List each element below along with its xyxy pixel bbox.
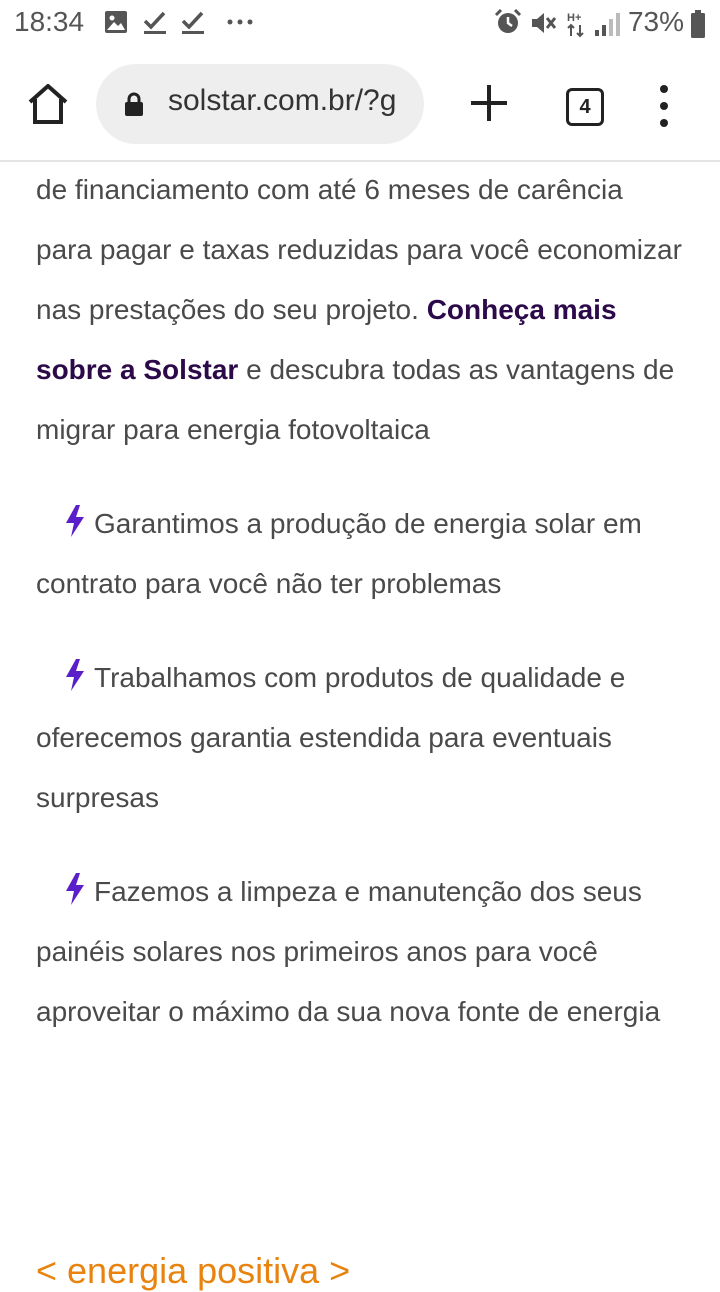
intro-paragraph: de financiamento com até 6 meses de carê…	[36, 160, 686, 460]
check-download-icon	[181, 11, 204, 34]
tab-switcher-button[interactable]: 4	[566, 88, 604, 126]
benefit-item: Trabalhamos com produtos de qualidade e …	[36, 648, 686, 828]
benefit-item: Fazemos a limpeza e manutenção dos seus …	[36, 862, 686, 1042]
address-bar[interactable]: solstar.com.br/?g	[96, 64, 424, 144]
svg-text:H+: H+	[567, 12, 581, 24]
lightning-bolt-icon	[66, 659, 84, 691]
new-tab-icon[interactable]	[468, 82, 510, 124]
benefit-text: Garantimos a produção de energia solar e…	[36, 508, 642, 599]
status-bar: 18:34 H+ 73%	[0, 0, 720, 48]
battery-percent: 73%	[627, 6, 684, 37]
alarm-icon	[494, 8, 522, 33]
signal-icon	[595, 13, 620, 36]
mute-icon	[532, 13, 557, 33]
image-icon	[105, 11, 127, 33]
benefit-item: Garantimos a produção de energia solar e…	[36, 494, 686, 614]
overflow-menu-icon[interactable]	[656, 84, 672, 128]
lock-icon	[125, 92, 143, 116]
more-dots-icon	[227, 19, 253, 25]
url-text[interactable]: solstar.com.br/?g	[168, 84, 396, 118]
lightning-bolt-icon	[66, 505, 84, 537]
home-icon[interactable]	[26, 82, 70, 126]
benefit-text: Trabalhamos com produtos de qualidade e …	[36, 662, 626, 813]
article-content: de financiamento com até 6 meses de carê…	[36, 160, 686, 1042]
energia-positiva-link[interactable]: < energia positiva >	[36, 1250, 350, 1292]
benefit-text: Fazemos a limpeza e manutenção dos seus …	[36, 876, 661, 1027]
check-download-icon	[143, 11, 166, 34]
lightning-bolt-icon	[66, 873, 84, 905]
status-time: 18:34	[14, 6, 85, 37]
network-hplus-icon: H+	[567, 12, 584, 38]
browser-toolbar: solstar.com.br/?g 4	[0, 48, 720, 162]
battery-icon	[691, 10, 705, 38]
